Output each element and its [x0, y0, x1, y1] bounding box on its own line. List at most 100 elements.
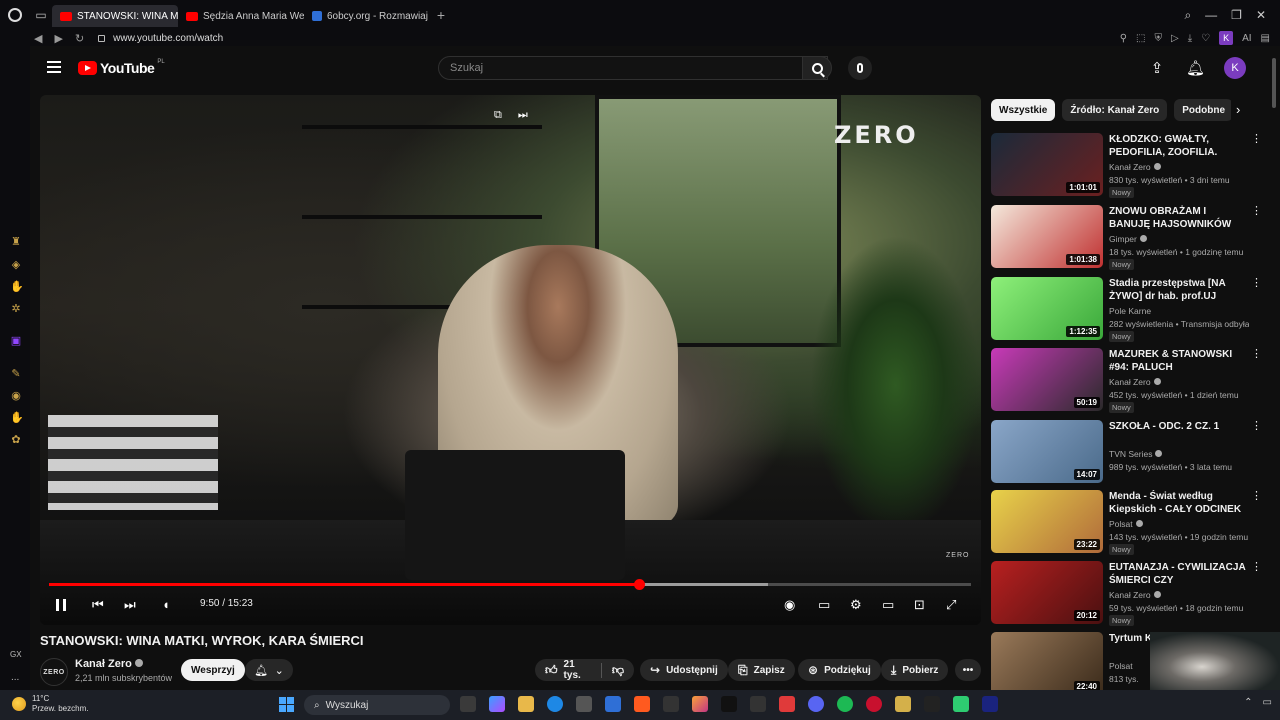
chevron-right-icon[interactable]: ›	[1236, 102, 1240, 117]
app-icon[interactable]	[982, 696, 998, 712]
chip-all[interactable]: Wszystkie	[991, 99, 1056, 121]
recommendation-channel-name[interactable]: TVN Series	[1109, 449, 1152, 459]
channel-avatar[interactable]: ZERO	[40, 658, 68, 686]
download-button[interactable]: ⤓ Pobierz	[881, 659, 949, 681]
search-tabs-icon[interactable]: ⌕	[1184, 8, 1191, 23]
more-vertical-icon[interactable]: ⋮	[1251, 421, 1262, 432]
video-thumbnail[interactable]: 1:12:35	[991, 277, 1103, 340]
recommendation-item[interactable]: 1:01:38 ZNOWU OBRAŻAM I BANUJĘ HAJSOWNIKÓ…	[991, 205, 1262, 270]
more-vertical-icon[interactable]: ⋮	[1251, 278, 1262, 289]
sidebar-app-icon[interactable]: ◉	[10, 390, 22, 402]
recommendation-title[interactable]: MAZUREK & STANOWSKI #94: PALUCH NAWROCKI…	[1109, 348, 1247, 374]
recommendation-channel[interactable]: Kanał Zero	[1109, 377, 1161, 387]
pause-icon[interactable]	[56, 599, 66, 611]
back-icon[interactable]: ◀	[34, 32, 42, 45]
recommendation-channel[interactable]: Kanał Zero	[1109, 162, 1161, 172]
recommendation-title[interactable]: Stadia przestępstwa [NA ŻYWO] dr hab. pr…	[1109, 277, 1247, 303]
chip-source[interactable]: Źródło: Kanał Zero	[1062, 99, 1168, 121]
gx-label[interactable]: GX	[10, 650, 22, 659]
recommendation-channel-name[interactable]: Kanał Zero	[1109, 590, 1151, 600]
search-button[interactable]	[802, 56, 832, 80]
video-thumbnail[interactable]: 22:40	[991, 632, 1103, 695]
like-icon[interactable]: 👍︎	[545, 663, 558, 678]
recommendation-item[interactable]: 1:12:35 Stadia przestępstwa [NA ŻYWO] dr …	[991, 277, 1262, 342]
dislike-icon[interactable]: 👎︎	[600, 662, 624, 678]
recommendation-title[interactable]: EUTANAZJA - CYWILIZACJA ŚMIERCI CZY CYWI…	[1109, 561, 1247, 587]
video-thumbnail[interactable]: 1:01:38	[991, 205, 1103, 268]
instagram-icon[interactable]	[692, 696, 708, 712]
video-thumbnail[interactable]: 23:22	[991, 490, 1103, 553]
sidebar-toggle-icon[interactable]: ▤	[1261, 33, 1270, 44]
opera-gx-icon[interactable]	[866, 696, 882, 712]
next-icon[interactable]: ⏭︎	[124, 597, 136, 613]
miniplayer-icon[interactable]: ⧉	[494, 109, 502, 122]
recommendation-item[interactable]: 14:07 SZKOŁA - ODC. 2 CZ. 1 TVN Series 989 …	[991, 420, 1262, 484]
cast-icon[interactable]: ⊡	[914, 597, 925, 613]
thanks-button[interactable]: ⊛ Podziękuj	[798, 659, 881, 681]
recommendation-title[interactable]: Menda - Świat według Kiepskich - CAŁY OD…	[1109, 490, 1247, 516]
recommendation-title[interactable]: ZNOWU OBRAŻAM I BANUJĘ HAJSOWNIKÓW	[1109, 205, 1247, 231]
sidebar-app-icon[interactable]: ✋	[10, 412, 24, 424]
sidebar-app-icon[interactable]: ✎	[10, 368, 22, 380]
ai-button[interactable]: AI	[1242, 33, 1251, 44]
save-button[interactable]: ⎘ Zapisz	[728, 659, 795, 681]
browser-tab[interactable]: Sędzia Anna Maria Wesoło	[178, 5, 304, 27]
windows-start-icon[interactable]	[279, 697, 294, 712]
subtitles-icon[interactable]: ▭	[818, 597, 830, 613]
recommendation-channel-name[interactable]: Polsat	[1109, 661, 1133, 671]
browser-tab-active[interactable]: STANOWSKI: WINA M	[52, 5, 178, 27]
copilot-icon[interactable]	[489, 696, 505, 712]
recommendation-channel-name[interactable]: Gimper	[1109, 234, 1137, 244]
app-icon[interactable]	[750, 696, 766, 712]
tab-overview-icon[interactable]: ▭	[30, 8, 52, 22]
app-icon[interactable]	[663, 696, 679, 712]
menu-icon[interactable]	[47, 61, 61, 73]
video-thumbnail[interactable]: 50:19	[991, 348, 1103, 411]
snapshot-icon[interactable]: ⬚	[1136, 33, 1145, 44]
minimize-icon[interactable]: —	[1205, 8, 1217, 22]
app-icon[interactable]	[953, 696, 969, 712]
subscribed-notifications-button[interactable]: 🔔︎ ⌄	[245, 659, 293, 681]
sidebar-app-icon[interactable]: ✋	[10, 281, 24, 293]
recommendation-item[interactable]: 20:12 EUTANAZJA - CYWILIZACJA ŚMIERCI CZY…	[991, 561, 1262, 626]
chip-similar[interactable]: Podobne	[1174, 99, 1231, 121]
recommendation-item[interactable]: 50:19 MAZUREK & STANOWSKI #94: PALUCH NAW…	[991, 348, 1262, 413]
video-thumbnail[interactable]: 14:07	[991, 420, 1103, 483]
recommendation-channel[interactable]: Polsat	[1109, 519, 1143, 529]
recommendation-item[interactable]: 23:22 Menda - Świat według Kiepskich - CA…	[991, 490, 1262, 555]
tray-app-icon[interactable]: ▭	[1263, 697, 1272, 708]
video-player[interactable]: ZERO ZERO ⧉ ⏭︎ ⏮︎ ⏭︎ ◖ 9:50 / 15:23 ◉ ▭ …	[40, 95, 981, 625]
sidebar-app-icon[interactable]: ♜	[10, 236, 22, 248]
sidebar-app-icon[interactable]: ✲	[10, 303, 22, 315]
file-explorer-icon[interactable]	[518, 696, 534, 712]
tray-chevron-up-icon[interactable]: ⌃	[1244, 697, 1252, 708]
recommendation-title[interactable]: SZKOŁA - ODC. 2 CZ. 1	[1109, 420, 1247, 433]
brave-icon[interactable]	[634, 696, 650, 712]
recommendation-channel-name[interactable]: Pole Karne	[1109, 306, 1151, 316]
player-icon[interactable]: ▷	[1171, 33, 1179, 44]
recommendation-channel[interactable]: Pole Karne	[1109, 306, 1151, 316]
youtube-logo[interactable]: YouTube PL	[78, 59, 165, 76]
scrollbar-thumb[interactable]	[1272, 58, 1276, 108]
restore-icon[interactable]: ❐	[1231, 8, 1242, 22]
reload-icon[interactable]: ↻	[75, 32, 84, 45]
fullscreen-icon[interactable]: ⤢	[946, 597, 956, 613]
recommendation-channel[interactable]: Kanał Zero	[1109, 590, 1161, 600]
more-vertical-icon[interactable]: ⋮	[1251, 206, 1262, 217]
more-vertical-icon[interactable]: ⋮	[1251, 562, 1262, 573]
recommendation-channel-name[interactable]: Kanał Zero	[1109, 377, 1151, 387]
sidebar-more-icon[interactable]: ...	[11, 672, 19, 683]
opera-gx-logo-icon[interactable]	[0, 0, 30, 30]
twitch-icon[interactable]: ▣	[10, 335, 22, 347]
skip-icon[interactable]: ⏭︎	[518, 109, 528, 122]
mail-icon[interactable]	[605, 696, 621, 712]
epic-games-icon[interactable]	[924, 696, 940, 712]
app-icon[interactable]	[779, 696, 795, 712]
discord-icon[interactable]	[808, 696, 824, 712]
more-vertical-icon[interactable]: ⋮	[1251, 134, 1262, 145]
progress-bar[interactable]	[49, 579, 971, 590]
account-avatar[interactable]: K	[1224, 57, 1246, 79]
heart-icon[interactable]: ♡	[1201, 33, 1210, 44]
previous-icon[interactable]: ⏮︎	[92, 597, 104, 613]
support-button[interactable]: Wesprzyj	[181, 659, 245, 681]
